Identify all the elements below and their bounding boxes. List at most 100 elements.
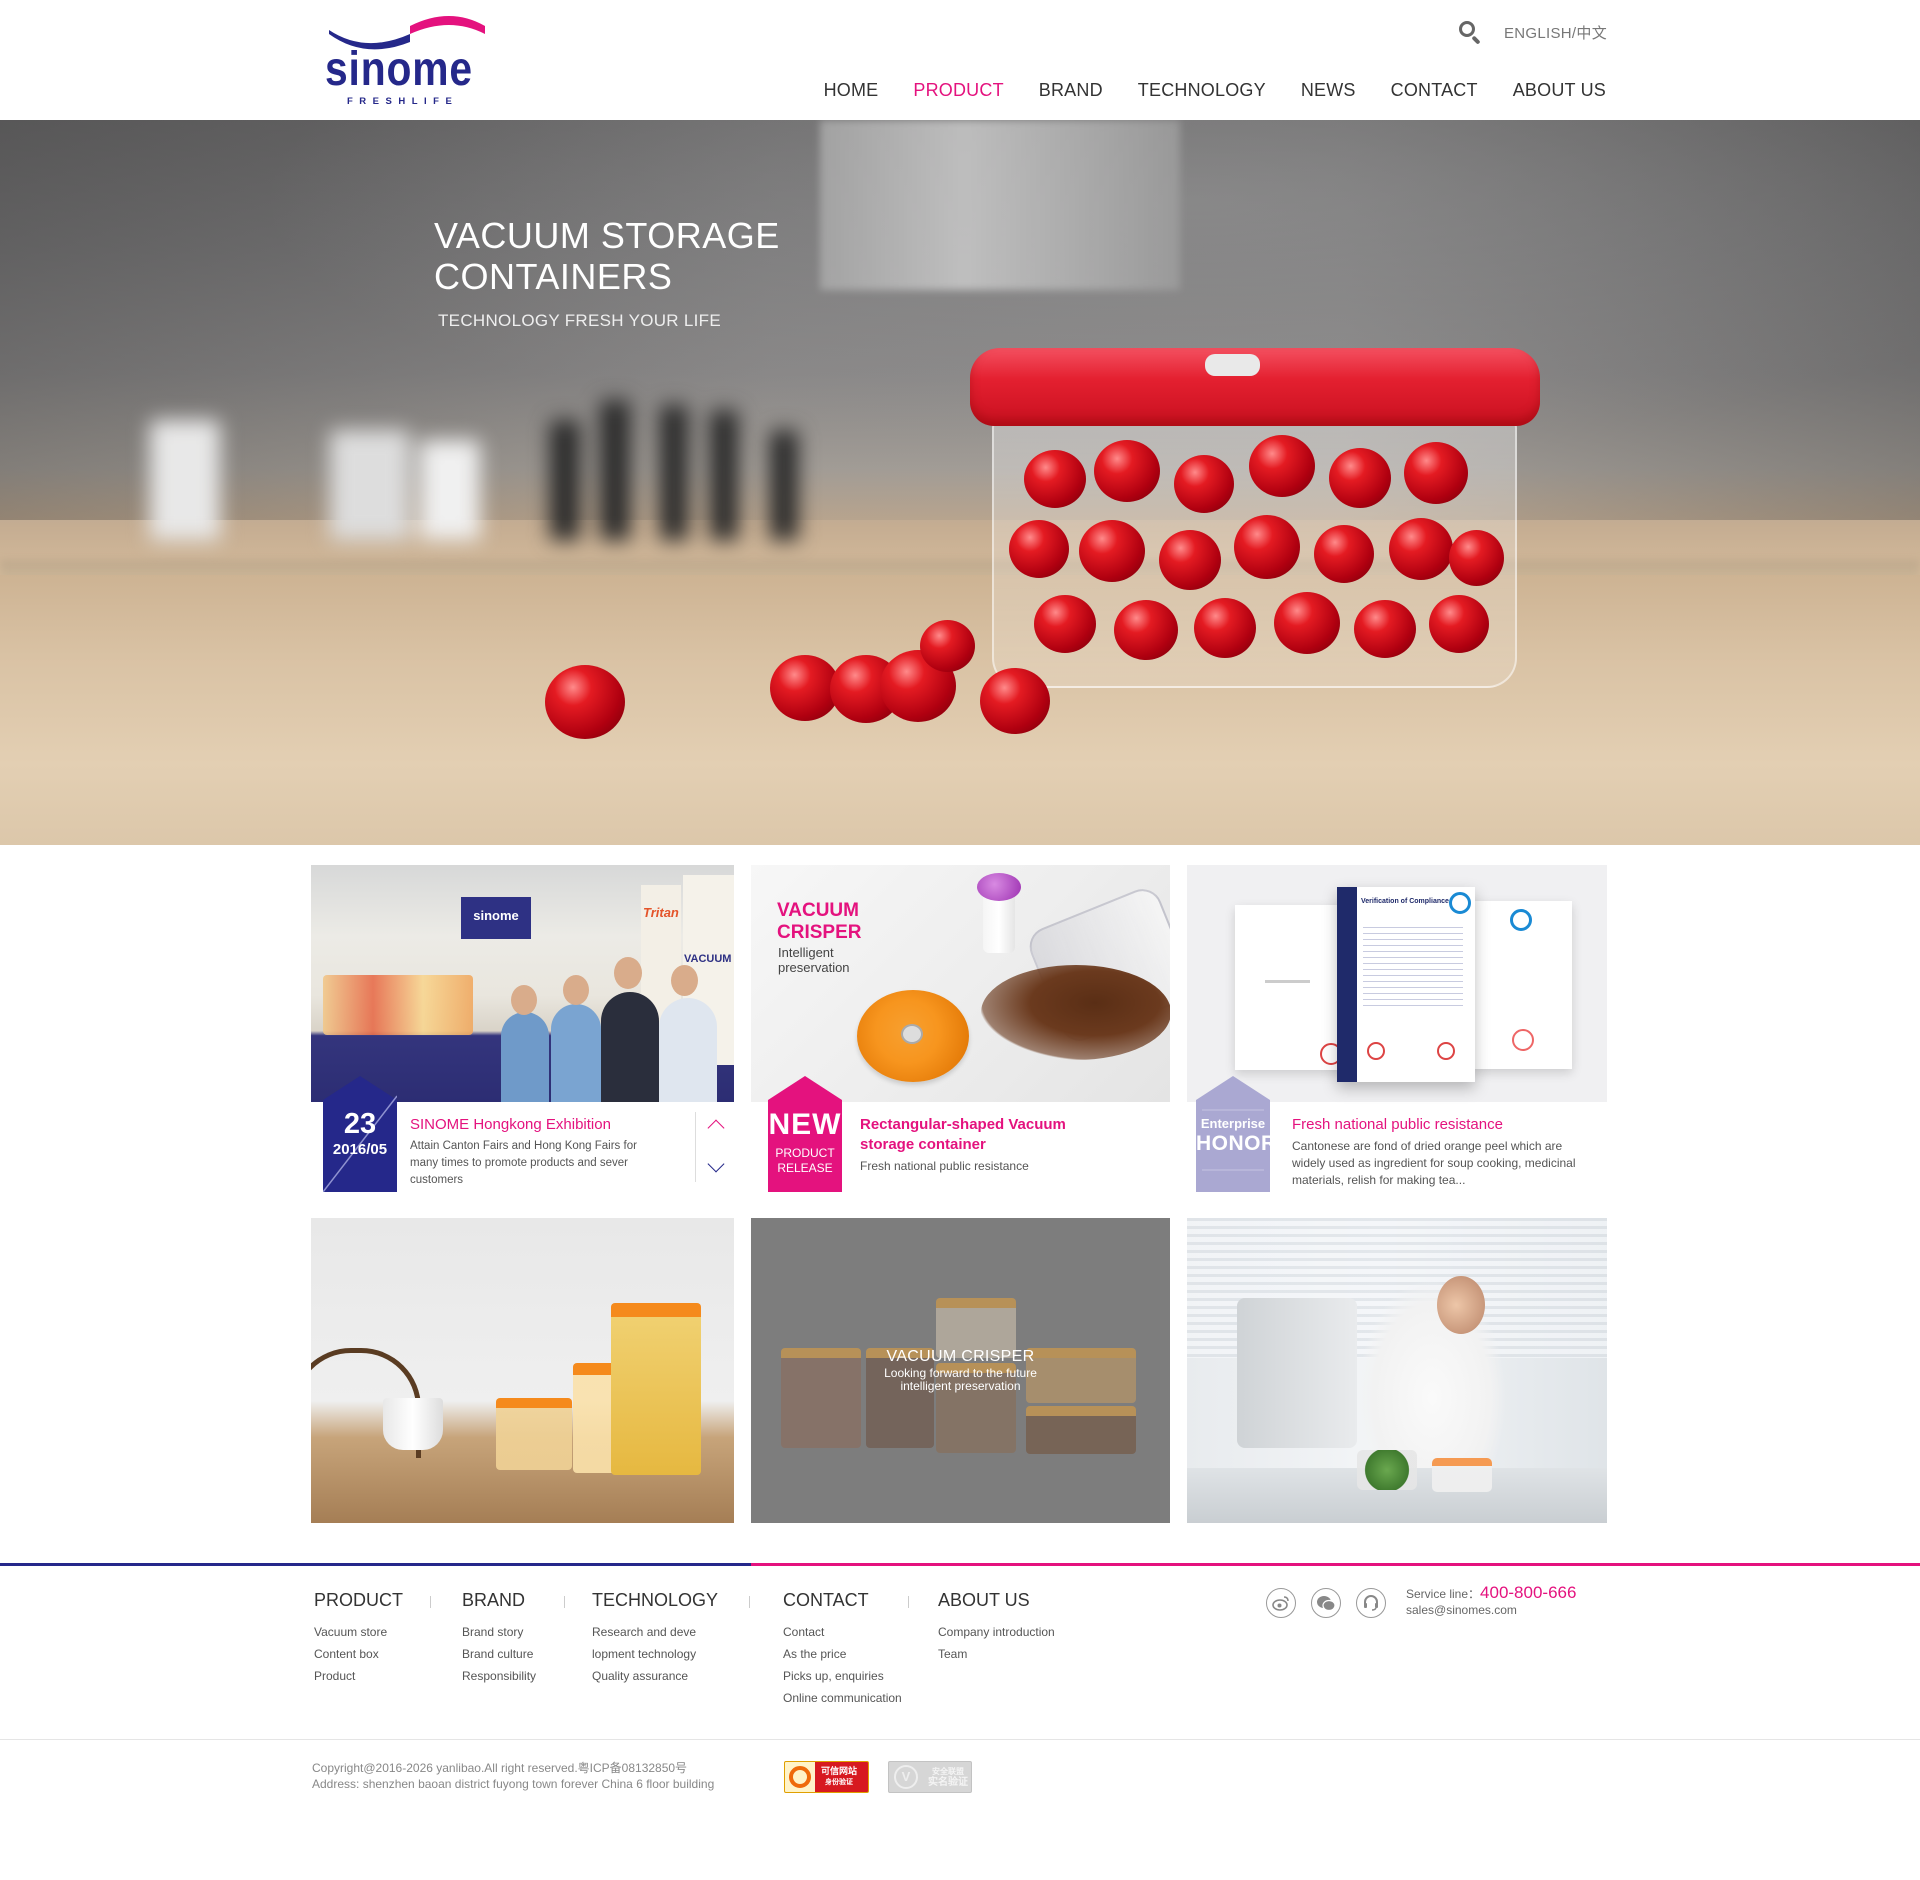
- trusted-site-badge[interactable]: 可信网站 身份验证: [784, 1761, 869, 1793]
- verified-v-icon: V: [894, 1765, 918, 1789]
- service-email[interactable]: sales@sinomes.com: [1406, 1603, 1576, 1617]
- hero-title: VACUUM STORAGE CONTAINERS: [434, 215, 780, 297]
- nav-product[interactable]: PRODUCT: [913, 80, 1003, 101]
- hero-subtitle: TECHNOLOGY FRESH YOUR LIFE: [438, 311, 722, 330]
- weibo-icon[interactable]: [1266, 1588, 1296, 1618]
- footer-col-title[interactable]: TECHNOLOGY: [592, 1590, 718, 1611]
- footer-separator: [564, 1596, 565, 1608]
- footer-link[interactable]: Research and deve: [592, 1621, 718, 1643]
- new-product-card[interactable]: VACUUM CRISPER Intelligent preservation …: [751, 865, 1170, 1192]
- chevron-down-icon[interactable]: [707, 1155, 725, 1173]
- footer-col-title[interactable]: BRAND: [462, 1590, 536, 1611]
- footer-link[interactable]: Picks up, enquiries: [783, 1665, 902, 1687]
- vacuum-crisper-photo: VACUUM CRISPER Intelligent preservation: [751, 865, 1170, 1102]
- cup: [383, 1398, 443, 1450]
- image-title-1: VACUUM: [777, 900, 859, 921]
- copyright-block: Copyright@2016-2026 yanlibao.All right r…: [312, 1760, 714, 1792]
- footer-link[interactable]: Vacuum store: [314, 1621, 403, 1643]
- footer-separator: [430, 1596, 431, 1608]
- badge-enterprise: Enterprise: [1200, 1116, 1266, 1131]
- footer-col-about-us: ABOUT US Company introduction Team: [938, 1590, 1055, 1665]
- bottom-divider: [0, 1739, 1920, 1740]
- spaghetti-container: [611, 1303, 701, 1475]
- footer-col-title[interactable]: CONTACT: [783, 1590, 902, 1611]
- certificates-photo: Verification of Compliance: [1187, 865, 1607, 1102]
- nav-technology[interactable]: TECHNOLOGY: [1138, 80, 1266, 101]
- image-title-2: CRISPER: [777, 922, 862, 943]
- nav-home[interactable]: HOME: [824, 80, 879, 101]
- nav-news[interactable]: NEWS: [1301, 80, 1356, 101]
- hero-product-container: [970, 348, 1540, 708]
- security-alliance-badge[interactable]: V 安全联盟 实名验证: [888, 1761, 972, 1793]
- footer-link[interactable]: lopment technology: [592, 1643, 718, 1665]
- footer-separator: [749, 1596, 750, 1608]
- footer-col-title[interactable]: ABOUT US: [938, 1590, 1055, 1611]
- service-phone[interactable]: 400-800-666: [1480, 1583, 1576, 1602]
- logo-tagline: FRESHLIFE: [347, 96, 459, 107]
- honor-title[interactable]: Fresh national public resistance: [1292, 1115, 1597, 1135]
- headset-icon[interactable]: [1356, 1588, 1386, 1618]
- honor-card[interactable]: Verification of Compliance Enterprise HO…: [1187, 865, 1607, 1192]
- honor-description: Cantonese are fond of dried orange peel …: [1292, 1139, 1576, 1187]
- service-label: Service line：: [1406, 1587, 1481, 1601]
- certificate-right: [1472, 901, 1572, 1069]
- footer-col-contact: CONTACT Contact As the price Picks up, e…: [783, 1590, 902, 1709]
- news-pager: [695, 1112, 734, 1182]
- containers-photo-tile[interactable]: [311, 1218, 734, 1523]
- footer-link[interactable]: Contact: [783, 1621, 902, 1643]
- news-title[interactable]: SINOME Hongkong Exhibition: [410, 1115, 650, 1135]
- news-card[interactable]: sinome Tritan VACUUM 23 2016/05 SINOME H…: [311, 865, 734, 1192]
- hero-banner[interactable]: VACUUM STORAGE CONTAINERS TECHNOLOGY FRE…: [0, 120, 1920, 845]
- main-nav: HOME PRODUCT BRAND TECHNOLOGY NEWS CONTA…: [824, 80, 1606, 101]
- new-product-text: Rectangular-shaped Vacuum storage contai…: [860, 1115, 1150, 1175]
- service-info: Service line：400-800-666 sales@sinomes.c…: [1406, 1583, 1576, 1617]
- footer-link[interactable]: Content box: [314, 1643, 403, 1665]
- date-day: 23: [343, 1108, 377, 1140]
- coffee-beans: [981, 965, 1170, 1060]
- chevron-up-icon[interactable]: [707, 1119, 725, 1137]
- pasta-container-small: [496, 1398, 572, 1470]
- footer-link[interactable]: Team: [938, 1643, 1055, 1665]
- footer-col-title[interactable]: PRODUCT: [314, 1590, 403, 1611]
- honor-text: Fresh national public resistance Cantone…: [1292, 1115, 1597, 1189]
- new-product-badge: NEW PRODUCT RELEASE: [768, 1076, 842, 1192]
- wechat-icon[interactable]: [1311, 1588, 1341, 1618]
- footer-link[interactable]: Brand culture: [462, 1643, 536, 1665]
- news-description: Attain Canton Fairs and Hong Kong Fairs …: [410, 1140, 637, 1186]
- footer-col-technology: TECHNOLOGY Research and deve lopment tec…: [592, 1590, 718, 1687]
- orange-lid: [857, 990, 969, 1082]
- footer-link[interactable]: Quality assurance: [592, 1665, 718, 1687]
- crisper-tile-subtitle: Looking forward to the future intelligen…: [884, 1366, 1037, 1393]
- header-utility-bar: ENGLISH/中文: [1458, 20, 1607, 45]
- hero-countertop: [0, 575, 1920, 845]
- footer-link[interactable]: Company introduction: [938, 1621, 1055, 1643]
- orange-lid-container: [1432, 1458, 1492, 1492]
- vacuum-crisper-tile[interactable]: VACUUM CRISPER Looking forward to the fu…: [751, 1218, 1170, 1523]
- logo-wordmark: SINOME: [325, 43, 473, 96]
- copyright-text: Copyright@2016-2026 yanlibao.All right r…: [312, 1761, 688, 1775]
- footer-link[interactable]: Responsibility: [462, 1665, 536, 1687]
- footer-link[interactable]: Brand story: [462, 1621, 536, 1643]
- new-product-title[interactable]: Rectangular-shaped Vacuum storage contai…: [860, 1115, 1090, 1155]
- language-switcher[interactable]: ENGLISH/中文: [1504, 22, 1607, 43]
- address-text: Address: shenzhen baoan district fuyong …: [312, 1777, 715, 1791]
- footer-link[interactable]: As the price: [783, 1643, 902, 1665]
- badge-new: NEW: [768, 1108, 842, 1141]
- lifestyle-photo-tile[interactable]: [1187, 1218, 1607, 1523]
- honor-badge: Enterprise HONOR: [1196, 1076, 1276, 1192]
- sinome-logo[interactable]: SINOME FRESHLIFE: [325, 12, 490, 107]
- footer-divider-magenta: [751, 1563, 1920, 1566]
- loose-cherry: [920, 620, 975, 672]
- hero-background-hood: [820, 120, 1180, 290]
- search-icon[interactable]: [1458, 20, 1482, 45]
- image-sub-2: preservation: [778, 960, 850, 975]
- nav-contact[interactable]: CONTACT: [1391, 80, 1478, 101]
- exhibition-photo: sinome Tritan VACUUM: [311, 865, 734, 1102]
- new-product-description: Fresh national public resistance: [860, 1159, 1029, 1173]
- footer-link[interactable]: Online communication: [783, 1687, 902, 1709]
- nav-about-us[interactable]: ABOUT US: [1513, 80, 1606, 101]
- footer-link[interactable]: Product: [314, 1665, 403, 1687]
- nav-brand[interactable]: BRAND: [1039, 80, 1103, 101]
- container-body: [992, 418, 1517, 688]
- salad-container: [1357, 1450, 1417, 1490]
